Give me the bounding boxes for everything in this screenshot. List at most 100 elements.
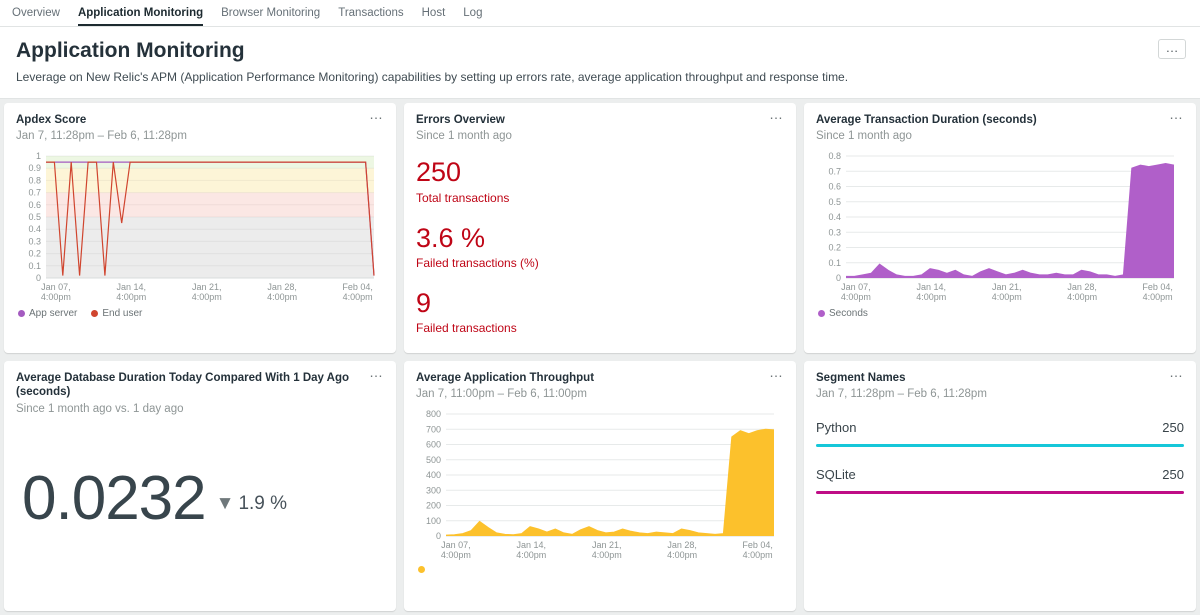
card-title: Segment Names: [816, 371, 1184, 385]
legend-dot-icon: [418, 566, 425, 573]
card-segment-names: Segment Names Jan 7, 11:28pm – Feb 6, 11…: [804, 361, 1196, 611]
legend-dot-icon: [818, 310, 825, 317]
apdex-line-chart[interactable]: 00.10.20.30.40.50.60.70.80.91Jan 07,4:00…: [16, 150, 384, 306]
tab-host[interactable]: Host: [422, 0, 446, 26]
legend-item[interactable]: End user: [91, 308, 142, 319]
chart-legend: Seconds: [816, 308, 1184, 319]
legend-item[interactable]: App server: [18, 308, 77, 319]
svg-text:1: 1: [36, 151, 41, 161]
segment-name: SQLite: [816, 467, 856, 482]
page-menu-button[interactable]: …: [1158, 39, 1186, 59]
svg-text:0.7: 0.7: [28, 188, 41, 198]
svg-text:600: 600: [426, 440, 441, 450]
tab-overview[interactable]: Overview: [12, 0, 60, 26]
svg-text:0.8: 0.8: [828, 151, 841, 161]
svg-text:0.3: 0.3: [28, 237, 41, 247]
svg-text:Jan 14,4:00pm: Jan 14,4:00pm: [116, 282, 146, 302]
svg-text:0.9: 0.9: [28, 164, 41, 174]
card-menu-button[interactable]: …: [769, 364, 784, 380]
svg-text:Jan 07,4:00pm: Jan 07,4:00pm: [41, 282, 71, 302]
svg-text:0.1: 0.1: [28, 261, 41, 271]
card-time-range: Jan 7, 11:00pm – Feb 6, 11:00pm: [416, 388, 784, 400]
card-title: Average Application Throughput: [416, 371, 784, 385]
throughput-area-chart[interactable]: 0100200300400500600700800Jan 07,4:00pmJa…: [416, 408, 784, 564]
tab-browser-monitoring[interactable]: Browser Monitoring: [221, 0, 320, 26]
card-menu-button[interactable]: …: [1169, 106, 1184, 122]
svg-text:0.2: 0.2: [28, 249, 41, 259]
card-time-range: Since 1 month ago: [416, 130, 784, 142]
top-nav: Overview Application Monitoring Browser …: [0, 0, 1200, 27]
svg-text:Feb 04,4:00pm: Feb 04,4:00pm: [342, 282, 373, 302]
chart-legend: [416, 566, 784, 573]
segment-bar: [816, 444, 1184, 447]
svg-text:500: 500: [426, 455, 441, 465]
svg-text:0.2: 0.2: [828, 243, 841, 253]
svg-text:0.5: 0.5: [28, 212, 41, 222]
svg-text:0.7: 0.7: [828, 167, 841, 177]
svg-text:0.4: 0.4: [828, 212, 841, 222]
billboard-delta: 1.9 %: [238, 493, 287, 515]
card-time-range: Jan 7, 11:28pm – Feb 6, 11:28pm: [16, 130, 384, 142]
tab-application-monitoring[interactable]: Application Monitoring: [78, 0, 203, 26]
dashboard-grid: Apdex Score Jan 7, 11:28pm – Feb 6, 11:2…: [0, 99, 1200, 615]
svg-text:800: 800: [426, 409, 441, 419]
tab-log[interactable]: Log: [463, 0, 482, 26]
legend-item[interactable]: [418, 566, 429, 573]
segment-value: 250: [1162, 467, 1184, 482]
page-title: Application Monitoring: [16, 39, 1184, 63]
legend-dot-icon: [91, 310, 98, 317]
metric-label: Total transactions: [416, 191, 784, 205]
svg-text:Jan 14,4:00pm: Jan 14,4:00pm: [516, 540, 546, 560]
chart-legend: App server End user: [16, 308, 384, 319]
svg-text:0.6: 0.6: [28, 200, 41, 210]
metric-total-transactions: 250 Total transactions: [416, 158, 784, 204]
legend-dot-icon: [18, 310, 25, 317]
segment-name: Python: [816, 420, 856, 435]
billboard: 0.0232 ▼ 1.9 %: [16, 463, 384, 534]
card-menu-button[interactable]: …: [1169, 364, 1184, 380]
svg-text:Jan 28,4:00pm: Jan 28,4:00pm: [1067, 282, 1097, 302]
card-time-range: Jan 7, 11:28pm – Feb 6, 11:28pm: [816, 388, 1184, 400]
svg-text:Jan 28,4:00pm: Jan 28,4:00pm: [267, 282, 297, 302]
metric-failed-transactions-pct: 3.6 % Failed transactions (%): [416, 224, 784, 270]
tab-transactions[interactable]: Transactions: [338, 0, 403, 26]
card-time-range: Since 1 month ago vs. 1 day ago: [16, 403, 384, 415]
svg-text:Feb 04,4:00pm: Feb 04,4:00pm: [1142, 282, 1173, 302]
svg-text:0.5: 0.5: [828, 197, 841, 207]
legend-label: App server: [29, 308, 77, 319]
svg-text:0.1: 0.1: [828, 258, 841, 268]
svg-text:400: 400: [426, 470, 441, 480]
card-title: Average Database Duration Today Compared…: [16, 371, 384, 400]
card-title: Errors Overview: [416, 113, 784, 127]
segment-list: Python 250 SQLite 250: [816, 420, 1184, 494]
card-menu-button[interactable]: …: [769, 106, 784, 122]
page-header: Application Monitoring Leverage on New R…: [0, 27, 1200, 99]
svg-text:100: 100: [426, 516, 441, 526]
legend-label: Seconds: [829, 308, 868, 319]
metric-value: 9: [416, 289, 784, 317]
segment-bar: [816, 491, 1184, 494]
segment-value: 250: [1162, 420, 1184, 435]
segment-row[interactable]: SQLite 250: [816, 467, 1184, 494]
metric-value: 3.6 %: [416, 224, 784, 252]
svg-text:700: 700: [426, 425, 441, 435]
transaction-duration-area-chart[interactable]: 00.10.20.30.40.50.60.70.8Jan 07,4:00pmJa…: [816, 150, 1184, 306]
svg-text:Jan 14,4:00pm: Jan 14,4:00pm: [916, 282, 946, 302]
legend-label: End user: [102, 308, 142, 319]
card-menu-button[interactable]: …: [369, 364, 384, 380]
svg-text:0.6: 0.6: [828, 182, 841, 192]
segment-head: SQLite 250: [816, 467, 1184, 482]
card-avg-database-duration: Average Database Duration Today Compared…: [4, 361, 396, 611]
svg-text:0.3: 0.3: [828, 228, 841, 238]
segment-row[interactable]: Python 250: [816, 420, 1184, 447]
svg-text:Jan 21,4:00pm: Jan 21,4:00pm: [192, 282, 222, 302]
card-title: Apdex Score: [16, 113, 384, 127]
card-apdex-score: Apdex Score Jan 7, 11:28pm – Feb 6, 11:2…: [4, 103, 396, 353]
metric-label: Failed transactions: [416, 321, 784, 335]
segment-head: Python 250: [816, 420, 1184, 435]
card-menu-button[interactable]: …: [369, 106, 384, 122]
svg-text:Feb 04,4:00pm: Feb 04,4:00pm: [742, 540, 773, 560]
metric-value: 250: [416, 158, 784, 186]
card-title: Average Transaction Duration (seconds): [816, 113, 1184, 127]
legend-item[interactable]: Seconds: [818, 308, 868, 319]
